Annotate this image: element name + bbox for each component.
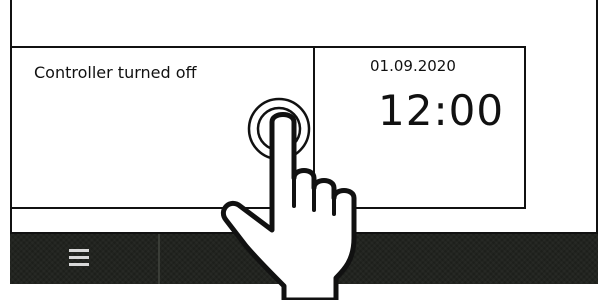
controller-status-text: Controller turned off xyxy=(34,63,197,82)
bottom-navigation-bar xyxy=(10,232,598,284)
time-display: 12:00 xyxy=(378,86,505,135)
bottom-bar-divider xyxy=(158,234,160,284)
date-display: 01.09.2020 xyxy=(370,57,456,75)
date-time-tile[interactable]: 01.09.2020 12:00 xyxy=(313,46,526,209)
controller-status-tile[interactable]: Controller turned off xyxy=(10,46,315,209)
hamburger-menu-icon xyxy=(69,249,89,267)
controller-screen: Controller turned off 01.09.2020 12:00 xyxy=(0,0,607,305)
screen-frame-right xyxy=(596,0,598,232)
menu-button[interactable] xyxy=(10,234,158,284)
